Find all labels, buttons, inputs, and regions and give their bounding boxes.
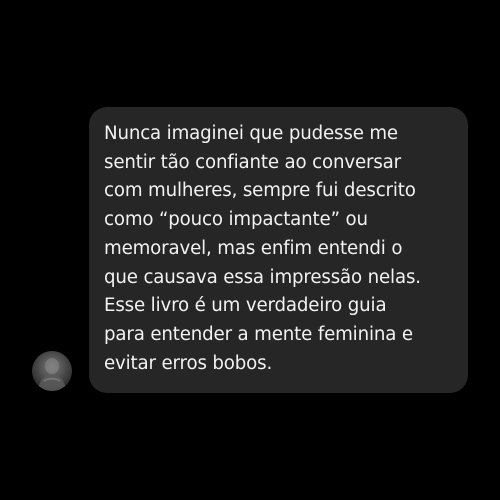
message-line: como “pouco impactante” ou — [104, 209, 368, 231]
sender-avatar[interactable] — [32, 351, 72, 391]
message-line: que causava essa impressão nelas. — [104, 266, 421, 288]
message-line: com mulheres, sempre fui descrito — [104, 180, 416, 202]
user-photo-icon — [38, 358, 66, 391]
chat-screen: Nunca imaginei que pudesse me sentir tão… — [0, 0, 500, 500]
message-line: evitar erros bobos. — [104, 352, 273, 374]
message-line: Esse livro é um verdadeiro guia — [104, 295, 387, 317]
message-bubble[interactable]: Nunca imaginei que pudesse me sentir tão… — [89, 107, 468, 393]
message-text: Nunca imaginei que pudesse me sentir tão… — [104, 120, 454, 378]
message-line: sentir tão confiante ao conversar — [104, 151, 401, 173]
message-line: Nunca imaginei que pudesse me — [104, 123, 398, 144]
message-line: memoravel, mas enfim entendi o — [104, 237, 403, 259]
message-line: para entender a mente feminina e — [104, 323, 413, 345]
